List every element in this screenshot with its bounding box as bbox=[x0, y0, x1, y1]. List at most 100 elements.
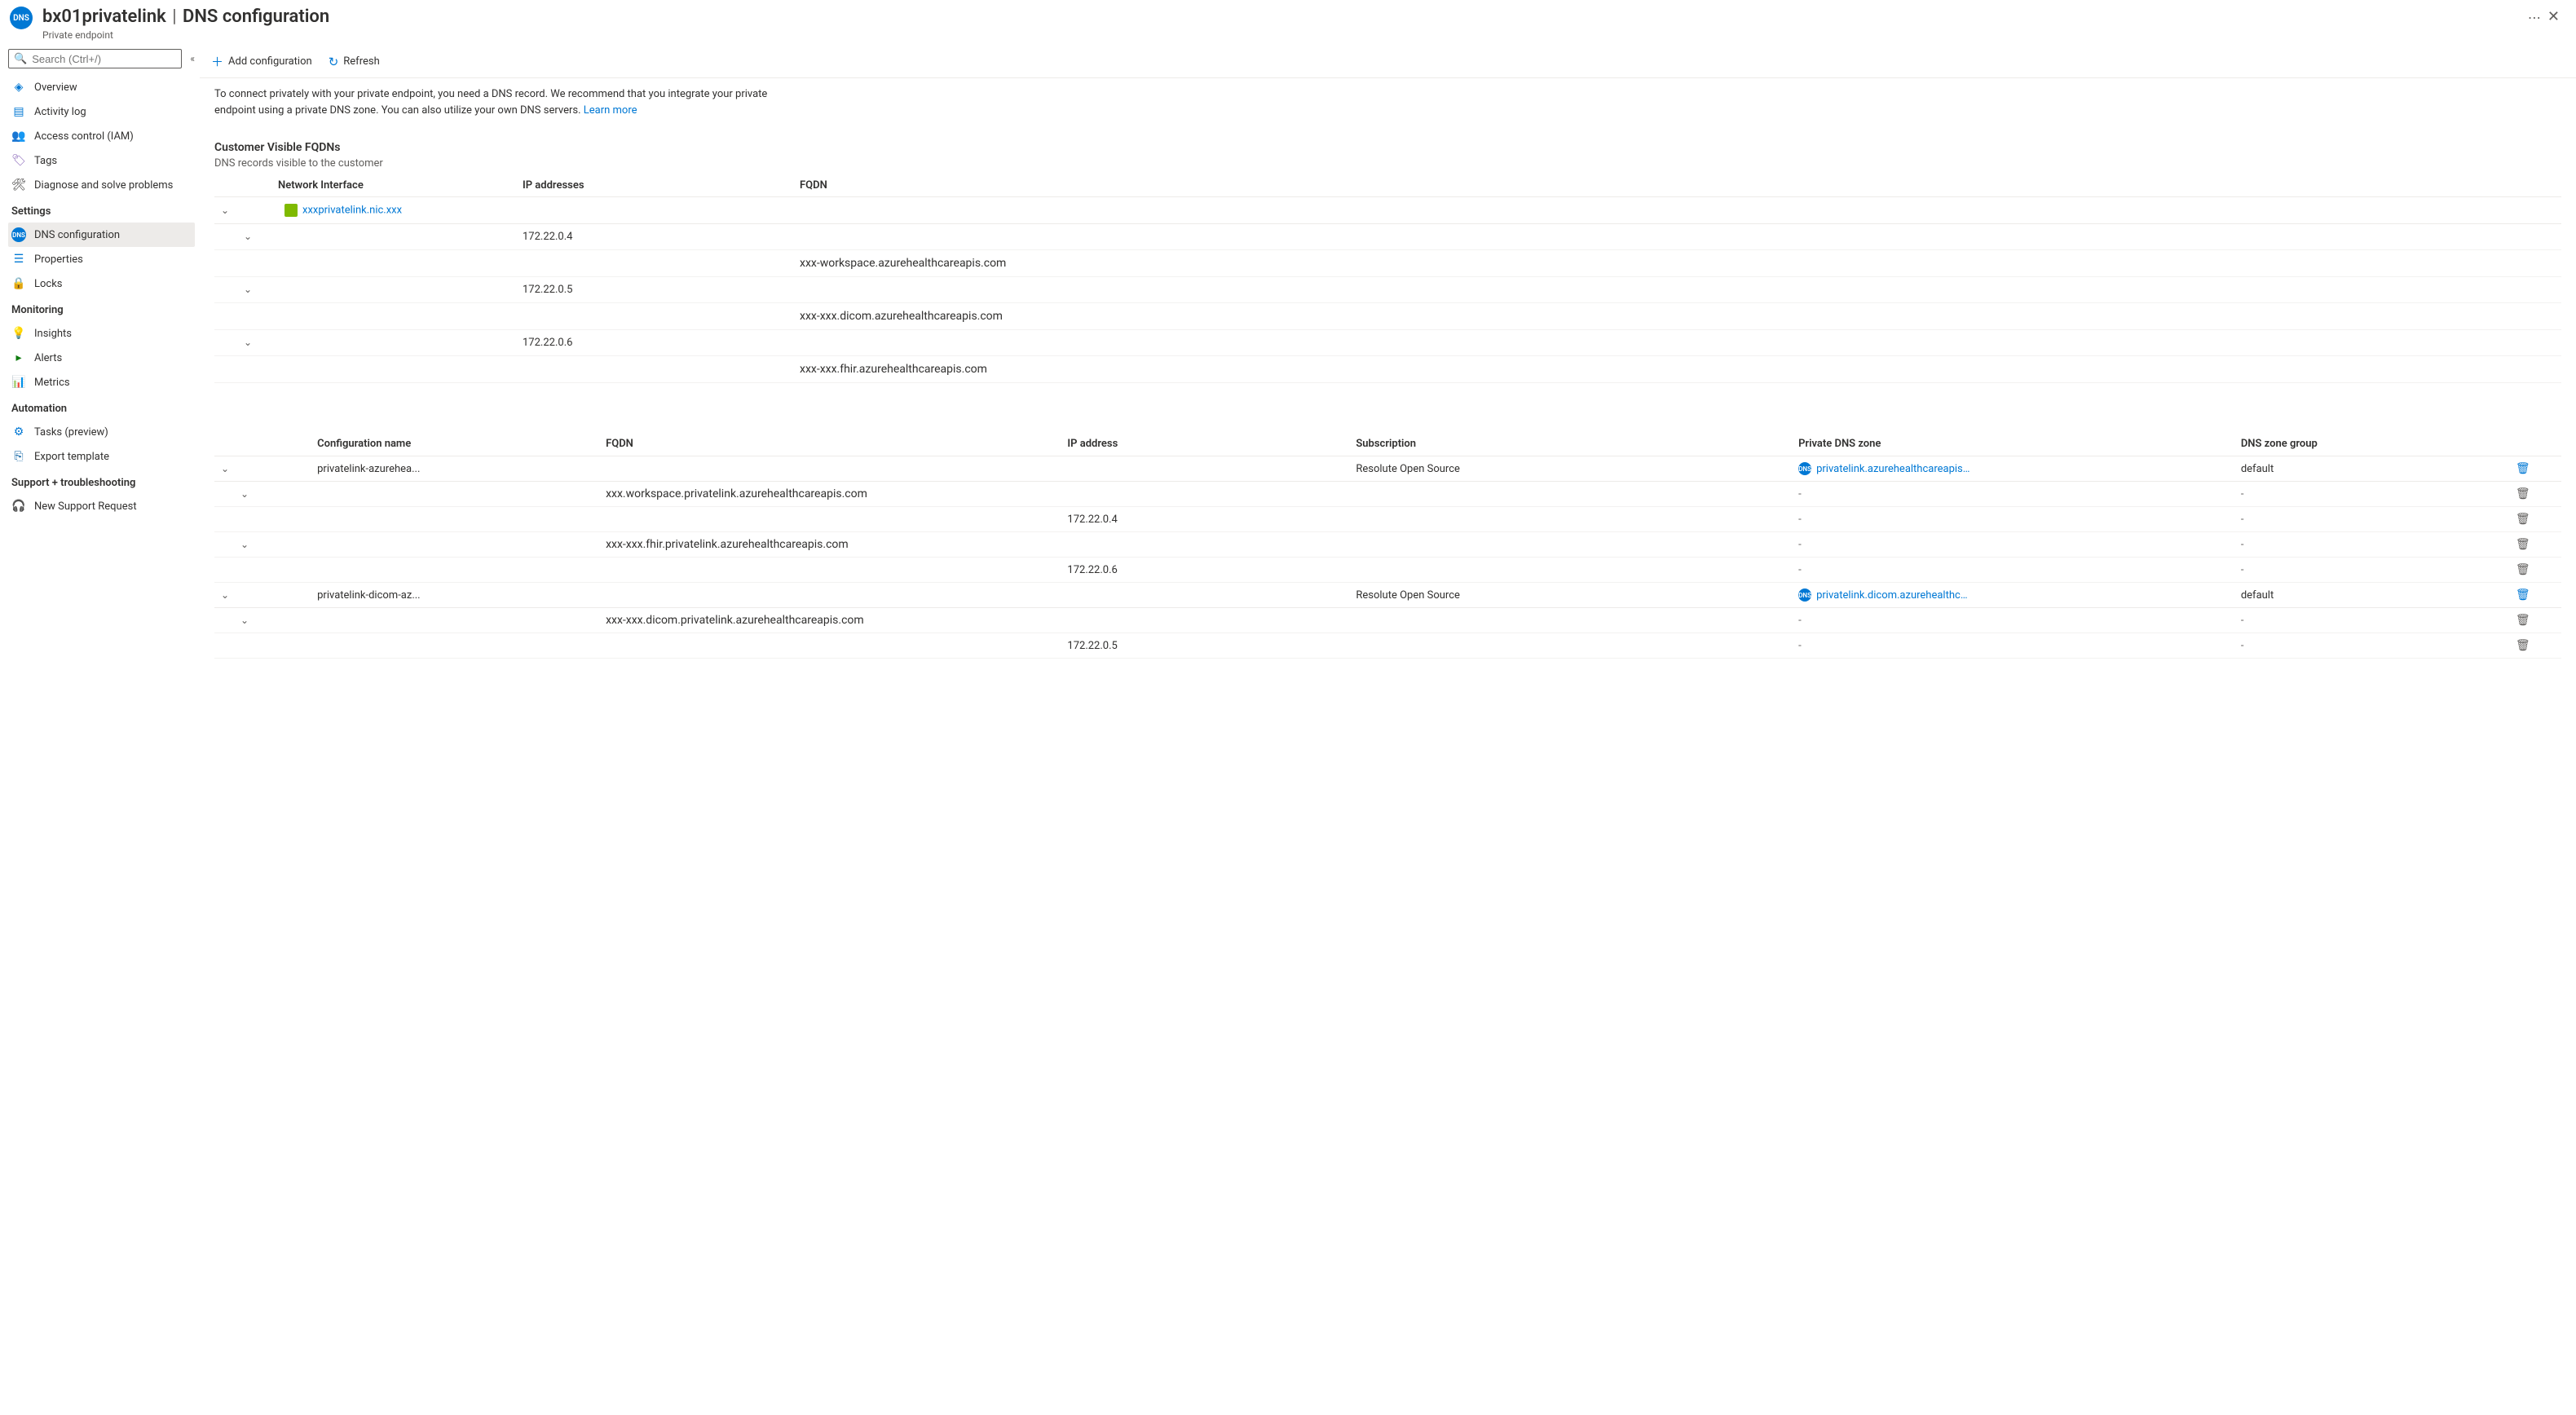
add-configuration-button[interactable]: ＋Add configuration bbox=[211, 53, 312, 70]
support-icon: 🎧 bbox=[11, 499, 26, 514]
chevron-down-icon[interactable]: ⌄ bbox=[221, 589, 229, 601]
config-row: ⌄ xxx-xxx.dicom.privatelink.azurehealthca… bbox=[214, 608, 2561, 633]
sidebar-item-diagnose[interactable]: 🛠Diagnose and solve problems bbox=[8, 173, 195, 197]
delete-icon[interactable]: 🗑 bbox=[2516, 462, 2530, 475]
nic-group-row[interactable]: ⌄ xxxprivatelink.nic.xxx bbox=[214, 197, 2561, 224]
learn-more-link[interactable]: Learn more bbox=[584, 104, 637, 117]
more-actions-button[interactable]: ⋯ bbox=[2528, 7, 2541, 29]
fqdn-cell: xxx-xxx.dicom.privatelink.azurehealthcar… bbox=[599, 608, 1349, 633]
fqdns-table: Network Interface IP addresses FQDN ⌄ xx… bbox=[214, 174, 2561, 383]
delete-icon[interactable]: 🗑 bbox=[2516, 639, 2530, 652]
config-group-row[interactable]: ⌄privatelink-azurehea...Resolute Open So… bbox=[214, 456, 2561, 482]
col-header-config-name: Configuration name bbox=[311, 432, 599, 456]
col-header-ip: IP addresses bbox=[516, 174, 793, 197]
ip-cell: 172.22.0.4 bbox=[1061, 507, 1349, 532]
dash-cell: - bbox=[2241, 539, 2244, 551]
chevron-down-icon[interactable]: ⌄ bbox=[240, 539, 249, 550]
config-row: ⌄ xxx-xxx.fhir.privatelink.azurehealthcar… bbox=[214, 532, 2561, 558]
refresh-button[interactable]: ↻Refresh bbox=[329, 55, 380, 69]
nic-icon bbox=[285, 204, 298, 217]
fqdn-row: ⌄ 172.22.0.4 bbox=[214, 224, 2561, 250]
collapse-sidebar-button[interactable]: « bbox=[190, 53, 195, 64]
page-subtitle: Private endpoint bbox=[42, 29, 2516, 41]
chevron-down-icon[interactable]: ⌄ bbox=[244, 284, 252, 295]
metrics-icon: 📊 bbox=[11, 375, 26, 390]
diagnose-icon: 🛠 bbox=[11, 178, 26, 192]
config-row: 172.22.0.4--🗑 bbox=[214, 507, 2561, 532]
subscription-cell: Resolute Open Source bbox=[1349, 583, 1792, 608]
nic-link[interactable]: xxxprivatelink.nic.xxx bbox=[302, 205, 402, 217]
sidebar-item-tasks[interactable]: ⚙Tasks (preview) bbox=[8, 420, 195, 444]
search-input[interactable] bbox=[32, 53, 176, 65]
col-header-ip: IP address bbox=[1061, 432, 1349, 456]
sidebar-item-insights[interactable]: 💡Insights bbox=[8, 321, 195, 346]
chevron-down-icon[interactable]: ⌄ bbox=[240, 488, 249, 500]
dns-zone-link[interactable]: privatelink.dicom.azurehealthcarea... bbox=[1816, 589, 1971, 602]
config-group-row[interactable]: ⌄ privatelink-dicom-az... Resolute Open So… bbox=[214, 583, 2561, 608]
locks-icon: 🔒 bbox=[11, 276, 26, 291]
sidebar-item-locks[interactable]: 🔒Locks bbox=[8, 271, 195, 296]
delete-icon[interactable]: 🗑 bbox=[2516, 538, 2530, 551]
delete-icon[interactable]: 🗑 bbox=[2516, 513, 2530, 526]
search-icon: 🔍 bbox=[14, 53, 27, 65]
sidebar-item-activity-log[interactable]: ▤Activity log bbox=[8, 99, 195, 124]
subscription-cell: Resolute Open Source bbox=[1349, 456, 1792, 482]
fqdn-row: ⌄ 172.22.0.6 bbox=[214, 330, 2561, 356]
sidebar-item-properties[interactable]: ☰Properties bbox=[8, 247, 195, 271]
sidebar-item-tags[interactable]: 🏷Tags bbox=[8, 148, 195, 173]
chevron-down-icon[interactable]: ⌄ bbox=[240, 615, 249, 626]
config-row: 172.22.0.6 - - 🗑 bbox=[214, 558, 2561, 583]
chevron-down-icon[interactable]: ⌄ bbox=[221, 205, 229, 216]
fqdns-section-title: Customer Visible FQDNs bbox=[214, 141, 2561, 154]
fqdn-cell: xxx.workspace.privatelink.azurehealthcar… bbox=[599, 482, 1349, 507]
chevron-down-icon[interactable]: ⌄ bbox=[244, 337, 252, 348]
dns-zone-link[interactable]: privatelink.azurehealthcareapis.com bbox=[1816, 463, 1971, 475]
col-header-fqdn: FQDN bbox=[793, 174, 2561, 197]
overview-icon: ◈ bbox=[11, 80, 26, 95]
col-header-fqdn: FQDN bbox=[599, 432, 1061, 456]
col-header-nic: Network Interface bbox=[271, 174, 516, 197]
search-box[interactable]: 🔍 bbox=[8, 49, 182, 68]
properties-icon: ☰ bbox=[11, 252, 26, 267]
fqdns-section-subtitle: DNS records visible to the customer bbox=[214, 157, 2561, 170]
sidebar-section-monitoring: Monitoring bbox=[8, 296, 200, 321]
dns-zone-icon: DNS bbox=[1798, 588, 1811, 602]
config-row: ⌄ xxx.workspace.privatelink.azurehealthca… bbox=[214, 482, 2561, 507]
chevron-down-icon[interactable]: ⌄ bbox=[244, 231, 252, 242]
chevron-down-icon[interactable]: ⌄ bbox=[221, 463, 229, 474]
insights-icon: 💡 bbox=[11, 326, 26, 341]
sidebar-item-export-template[interactable]: ⎘Export template bbox=[8, 444, 195, 469]
sidebar-item-new-support-request[interactable]: 🎧New Support Request bbox=[8, 494, 195, 518]
ip-cell: 172.22.0.5 bbox=[1061, 633, 1349, 659]
fqdn-subrow: xxx-workspace.azurehealthcareapis.com bbox=[214, 250, 2561, 277]
sidebar-item-iam[interactable]: 👥Access control (IAM) bbox=[8, 124, 195, 148]
delete-icon[interactable]: 🗑 bbox=[2516, 588, 2530, 602]
dns-badge-icon: DNS bbox=[10, 7, 33, 29]
sidebar-item-dns-configuration[interactable]: DNSDNS configuration bbox=[8, 223, 195, 247]
dns-zone-icon: DNS bbox=[1798, 462, 1811, 475]
close-button[interactable]: ✕ bbox=[2541, 7, 2566, 28]
ip-cell: 172.22.0.6 bbox=[1061, 558, 1349, 583]
fqdn-subrow: xxx-xxx.dicom.azurehealthcareapis.com bbox=[214, 303, 2561, 330]
delete-icon[interactable]: 🗑 bbox=[2516, 487, 2530, 500]
sidebar-item-alerts[interactable]: ▸Alerts bbox=[8, 346, 195, 370]
delete-icon[interactable]: 🗑 bbox=[2516, 614, 2530, 627]
fqdn-cell: xxx-xxx.fhir.privatelink.azurehealthcare… bbox=[599, 532, 1349, 558]
export-icon: ⎘ bbox=[11, 449, 26, 464]
dash-cell: - bbox=[2241, 564, 2244, 576]
delete-icon[interactable]: 🗑 bbox=[2516, 563, 2530, 576]
dash-cell: - bbox=[2241, 615, 2244, 627]
col-header-group: DNS zone group bbox=[2234, 432, 2485, 456]
plus-icon: ＋ bbox=[211, 53, 223, 70]
page-title: bx01privatelink | DNS configuration bbox=[42, 7, 2516, 28]
tasks-icon: ⚙ bbox=[11, 425, 26, 439]
sidebar-section-settings: Settings bbox=[8, 197, 200, 223]
dash-cell: - bbox=[2241, 488, 2244, 500]
config-name: privatelink-dicom-az... bbox=[317, 589, 420, 602]
col-header-zone: Private DNS zone bbox=[1792, 432, 2234, 456]
dash-cell: - bbox=[1798, 564, 1802, 576]
col-header-subscription: Subscription bbox=[1349, 432, 1792, 456]
sidebar-item-overview[interactable]: ◈Overview bbox=[8, 75, 195, 99]
alerts-icon: ▸ bbox=[11, 350, 26, 365]
sidebar-item-metrics[interactable]: 📊Metrics bbox=[8, 370, 195, 395]
